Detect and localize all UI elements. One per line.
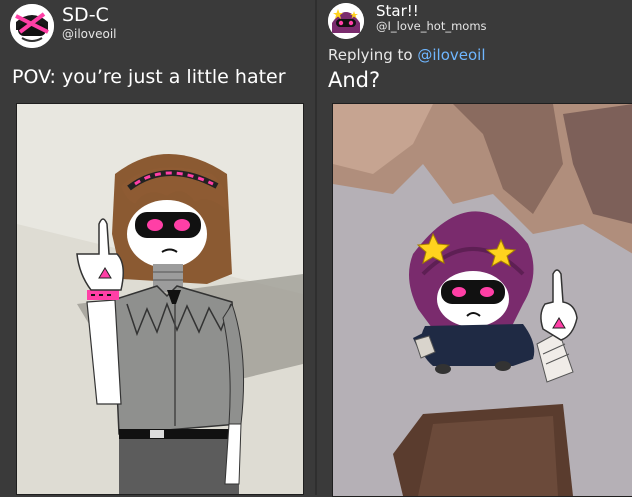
avatar[interactable]: [328, 3, 364, 39]
replying-to: Replying to @iloveoil: [328, 46, 486, 64]
post-image[interactable]: [332, 103, 632, 497]
post-text: And?: [328, 68, 381, 92]
avatar[interactable]: [10, 4, 54, 48]
left-post: SD-C @iloveoil POV: you’re just a little…: [0, 0, 316, 495]
display-name[interactable]: Star!!: [376, 1, 419, 21]
right-post: Star!! @I_love_hot_moms Replying to @ilo…: [316, 0, 632, 497]
post-text: POV: you’re just a little hater: [12, 66, 286, 88]
user-handle[interactable]: @iloveoil: [62, 27, 117, 41]
post-image[interactable]: [16, 103, 304, 495]
avatar-sd-c-icon: [10, 4, 54, 48]
avatar-star-icon: [328, 3, 364, 39]
user-handle[interactable]: @I_love_hot_moms: [376, 19, 487, 33]
drawing-character-looking-up-icon: [333, 104, 632, 496]
reply-mention-link[interactable]: @iloveoil: [417, 46, 485, 64]
drawing-character-middle-finger-icon: [17, 104, 303, 494]
replying-to-label: Replying to: [328, 46, 413, 64]
display-name[interactable]: SD-C: [62, 5, 109, 25]
